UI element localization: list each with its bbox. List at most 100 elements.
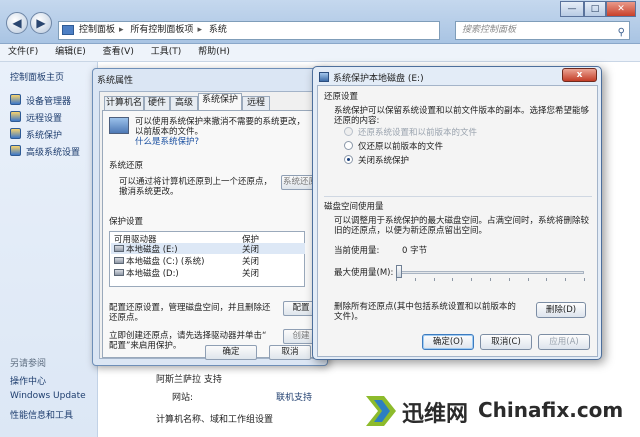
dialog-title: 系统保护本地磁盘 (E:) — [333, 74, 424, 84]
restore-all-radio[interactable] — [344, 127, 353, 136]
restore-settings-text-2: 还原的内容: — [334, 116, 380, 126]
delete-text-2: 文件)。 — [334, 312, 363, 322]
dialog-body: 还原设置 系统保护可以保留系统设置和以前文件版本的副本。选择您希望能够 还原的内… — [317, 85, 598, 357]
tab-hardware[interactable]: 硬件 — [144, 96, 170, 110]
minimize-button[interactable]: — — [560, 1, 584, 17]
tab-system-protection[interactable]: 系统保护 — [198, 93, 242, 111]
cancel-button[interactable]: 取消 — [269, 345, 311, 360]
restore-text-2: 撤消系统更改。 — [119, 187, 179, 197]
slider-tick — [528, 278, 529, 281]
turn-off-protection-radio[interactable] — [344, 155, 353, 164]
drive-name[interactable]: 本地磁盘 (D:) — [126, 267, 179, 279]
cancel-button[interactable]: 取消(C) — [480, 334, 532, 350]
address-bar[interactable]: 控制面板 ▸ 所有控制面板项 ▸ 系统 — [58, 21, 440, 40]
dialog-title: 系统属性 — [97, 76, 134, 86]
see-also-heading: 另请参阅 — [10, 359, 47, 369]
breadcrumb-separator: ▸ — [119, 25, 124, 35]
tab-computer-name[interactable]: 计算机名 — [104, 96, 144, 110]
drive-icon — [114, 257, 124, 264]
create-text-2: 配置”来启用保护。 — [109, 341, 182, 351]
monitor-shield-icon — [109, 117, 129, 134]
divider — [324, 196, 592, 197]
drive-name[interactable]: 本地磁盘 (E:) — [126, 243, 178, 255]
chinafix-logo-icon — [366, 396, 396, 426]
advanced-settings-link[interactable]: 高级系统设置 — [26, 145, 80, 158]
ok-button[interactable]: 确定(O) — [422, 334, 474, 350]
search-input[interactable]: 搜索控制面板 ⚲ — [455, 21, 630, 40]
drive-protection: 关闭 — [242, 269, 260, 279]
slider-tick — [471, 278, 472, 281]
windows-update-link[interactable]: Windows Update — [10, 391, 86, 401]
slider-tick — [584, 278, 585, 281]
domain-heading: 计算机名称、域和工作组设置 — [156, 415, 274, 425]
maximize-button[interactable]: □ — [584, 1, 606, 17]
what-is-system-protection-link[interactable]: 什么是系统保护? — [135, 135, 199, 147]
back-button[interactable]: ◀ — [6, 12, 28, 34]
protection-heading: 保护设置 — [109, 217, 144, 227]
title-bar: ◀ ▶ 控制面板 ▸ 所有控制面板项 ▸ 系统 搜索控制面板 ⚲ — □ ✕ — [0, 0, 640, 44]
website-label: 网站: — [172, 393, 194, 403]
menu-tools[interactable]: 工具(T) — [151, 44, 182, 61]
max-usage-slider-track[interactable] — [396, 271, 584, 274]
delete-button[interactable]: 删除(D) — [536, 302, 586, 318]
system-protection-panel: 可以使用系统保护来撤消不需要的系统更改， 以前版本的文件。 什么是系统保护? 系… — [102, 110, 320, 358]
apply-button[interactable]: 应用(A) — [538, 334, 590, 350]
slider-tick — [490, 278, 491, 281]
restore-files-label: 仅还原以前版本的文件 — [358, 142, 444, 152]
system-protection-icon — [319, 72, 329, 82]
breadcrumb-all-items[interactable]: 所有控制面板项 — [130, 25, 193, 35]
tab-advanced[interactable]: 高级 — [170, 96, 198, 110]
search-placeholder: 搜索控制面板 — [462, 25, 517, 35]
current-usage-value: 0 字节 — [402, 246, 428, 256]
action-center-link[interactable]: 操作中心 — [10, 374, 46, 387]
drive-table: 可用驱动器 保护 本地磁盘 (E:) 关闭 本地磁盘 (C:) (系统) 关闭 … — [109, 231, 305, 287]
restore-files-radio[interactable] — [344, 141, 353, 150]
slider-tick — [565, 278, 566, 281]
shield-icon — [10, 128, 21, 139]
dialog-body: 计算机名 硬件 高级 系统保护 远程 可以使用系统保护来撤消不需要的系统更改， … — [99, 91, 321, 359]
menu-view[interactable]: 查看(V) — [103, 44, 134, 61]
menu-help[interactable]: 帮助(H) — [198, 44, 230, 61]
online-support-link[interactable]: 联机支持 — [276, 390, 312, 403]
device-manager-link[interactable]: 设备管理器 — [26, 94, 71, 107]
close-button[interactable]: x — [562, 68, 597, 82]
system-protection-disk-dialog: 系统保护本地磁盘 (E:) x 还原设置 系统保护可以保留系统设置和以前文件版本… — [312, 66, 602, 360]
slider-tick — [546, 278, 547, 281]
breadcrumb-system[interactable]: 系统 — [209, 25, 227, 35]
shield-icon — [10, 111, 21, 122]
restore-settings-heading: 还原设置 — [324, 92, 359, 102]
breadcrumb-control-panel[interactable]: 控制面板 — [79, 25, 115, 35]
disk-usage-text-2: 旧的还原点，以便为新还原点留出空间。 — [334, 226, 488, 236]
max-usage-slider-thumb[interactable] — [396, 265, 402, 278]
ok-button[interactable]: 确定 — [205, 345, 257, 360]
system-properties-dialog: 系统属性 计算机名 硬件 高级 系统保护 远程 可以使用系统保护来撤消不需要的系… — [92, 68, 328, 366]
drive-protection: 关闭 — [242, 245, 260, 255]
forward-button[interactable]: ▶ — [30, 12, 52, 34]
close-button[interactable]: ✕ — [606, 1, 636, 17]
disk-usage-heading: 磁盘空间使用量 — [324, 202, 384, 212]
support-heading: 阿斯兰萨拉 支持 — [156, 375, 222, 385]
drive-icon — [114, 245, 124, 252]
shield-icon — [10, 145, 21, 156]
navigation-pane: 控制面板主页 设备管理器 远程设置 系统保护 高级系统设置 另请参阅 操作中心 … — [0, 62, 98, 437]
slider-tick — [452, 278, 453, 281]
drive-icon — [114, 269, 124, 276]
performance-info-link[interactable]: 性能信息和工具 — [10, 408, 73, 421]
search-icon[interactable]: ⚲ — [618, 24, 625, 41]
remote-settings-link[interactable]: 远程设置 — [26, 111, 62, 124]
shield-icon — [10, 94, 21, 105]
watermark-brand-chinese: 迅维网 — [402, 402, 469, 427]
menu-edit[interactable]: 编辑(E) — [55, 44, 86, 61]
tab-remote[interactable]: 远程 — [242, 96, 270, 110]
control-panel-icon — [62, 25, 74, 35]
restore-all-label: 还原系统设置和以前版本的文件 — [358, 128, 478, 138]
turn-off-protection-label: 关闭系统保护 — [358, 156, 410, 166]
system-protection-link[interactable]: 系统保护 — [26, 128, 62, 141]
watermark-brand-english: Chinafix.com — [478, 398, 624, 422]
control-panel-home-link[interactable]: 控制面板主页 — [10, 70, 64, 83]
drive-name[interactable]: 本地磁盘 (C:) (系统) — [126, 255, 204, 267]
drive-protection: 关闭 — [242, 257, 260, 267]
menu-file[interactable]: 文件(F) — [8, 44, 38, 61]
configure-text-2: 还原点。 — [109, 313, 144, 323]
breadcrumb-separator: ▸ — [197, 25, 202, 35]
